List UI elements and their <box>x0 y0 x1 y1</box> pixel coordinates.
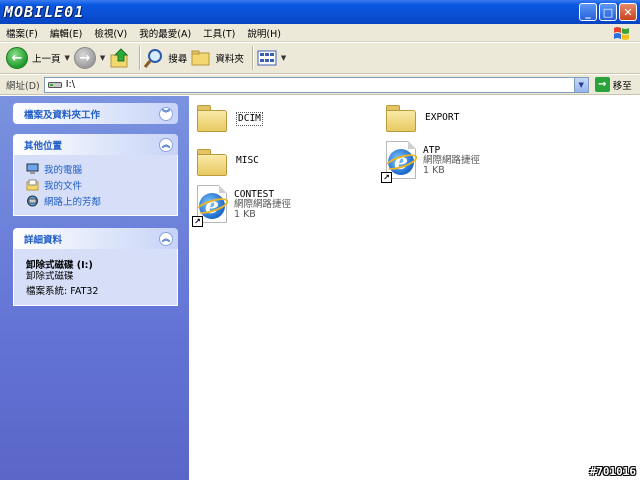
network-places-icon <box>27 195 38 207</box>
search-button[interactable]: 搜尋 <box>144 45 187 71</box>
close-button[interactable]: ✕ <box>619 3 637 21</box>
minimize-button[interactable]: _ <box>579 3 597 21</box>
link-label: 網路上的芳鄰 <box>44 197 102 208</box>
folder-item-dcim[interactable]: DCIM <box>196 102 263 132</box>
link-network-places[interactable]: 網路上的芳鄰 <box>26 193 177 209</box>
folder-icon <box>196 146 228 176</box>
drive-name: 卸除式磁碟 (I:) <box>26 260 93 271</box>
details-body: 卸除式磁碟 (I:) 卸除式磁碟 檔案系統: FAT32 <box>13 249 178 306</box>
tasks-panel-header[interactable]: 檔案及資料夾工作 ︾ <box>13 103 178 124</box>
link-label: 我的文件 <box>44 181 83 192</box>
back-arrow-icon: ← <box>6 47 28 69</box>
details-panel: 詳細資料 ︽ 卸除式磁碟 (I:) 卸除式磁碟 檔案系統: FAT32 <box>13 228 178 306</box>
link-my-computer[interactable]: 我的電腦 <box>26 161 177 177</box>
address-label: 網址(D) <box>6 80 40 92</box>
details-title: 詳細資料 <box>24 234 63 246</box>
views-dropdown-icon[interactable]: ▼ <box>281 54 286 62</box>
collapse-chevron-icon[interactable]: ︽ <box>159 137 173 152</box>
folder-icon <box>196 102 228 132</box>
go-arrow-icon: → <box>594 77 610 92</box>
folder-item-export[interactable]: EXPORT <box>385 102 459 132</box>
menu-favorites[interactable]: 我的最愛(A) <box>139 26 191 40</box>
up-folder-icon <box>110 48 129 68</box>
back-button[interactable]: ← 上一頁 ▼ <box>6 45 70 71</box>
details-header[interactable]: 詳細資料 ︽ <box>13 228 178 249</box>
file-name: MISC <box>236 155 259 166</box>
window-controls: _ □ ✕ <box>579 3 637 21</box>
file-size: 1 KB <box>234 209 256 220</box>
other-places-panel: 其他位置 ︽ 我的電腦 我的文件 網路上的芳鄰 <box>13 134 178 216</box>
search-icon <box>144 49 163 68</box>
link-my-documents[interactable]: 我的文件 <box>26 177 177 193</box>
link-label: 我的電腦 <box>44 165 83 176</box>
search-label: 搜尋 <box>168 54 188 65</box>
other-places-header[interactable]: 其他位置 ︽ <box>13 134 178 155</box>
address-input[interactable]: I:\ ▼ <box>43 76 589 93</box>
other-places-body: 我的電腦 我的文件 網路上的芳鄰 <box>13 155 178 216</box>
folders-icon <box>191 50 210 66</box>
menu-view[interactable]: 檢視(V) <box>94 26 127 40</box>
expand-chevron-icon[interactable]: ︾ <box>159 106 173 121</box>
shortcut-arrow-icon: ↗ <box>381 172 392 183</box>
forward-button[interactable]: → ▼ <box>73 45 105 71</box>
folders-label: 資料夾 <box>215 54 244 65</box>
menu-tools[interactable]: 工具(T) <box>203 26 235 40</box>
tasks-panel-title: 檔案及資料夾工作 <box>24 109 101 121</box>
ie-shortcut-icon: e ↗ <box>192 185 231 227</box>
go-button[interactable]: → 移至 <box>594 77 632 92</box>
watermark: #701016 <box>589 465 636 478</box>
address-value: I:\ <box>65 79 75 90</box>
back-label: 上一頁 <box>32 54 61 65</box>
drive-icon <box>47 81 62 88</box>
drive-type: 卸除式磁碟 <box>26 271 74 282</box>
forward-dropdown-icon[interactable]: ▼ <box>100 54 105 62</box>
back-dropdown-icon[interactable]: ▼ <box>65 54 70 62</box>
shortcut-item-contest[interactable]: e ↗ CONTEST 網際網路捷徑 1 KB <box>192 185 291 227</box>
task-pane: 檔案及資料夾工作 ︾ 其他位置 ︽ 我的電腦 我的文件 網路上的芳鄰 詳細資料 … <box>0 96 189 480</box>
maximize-button[interactable]: □ <box>599 3 617 21</box>
title-bar[interactable]: MOBILE01 _ □ ✕ <box>0 0 640 24</box>
ie-shortcut-icon: e ↗ <box>381 141 420 183</box>
toolbar-separator <box>139 46 141 70</box>
collapse-chevron-icon[interactable]: ︽ <box>159 231 173 246</box>
file-size: 1 KB <box>423 165 445 176</box>
folder-icon <box>385 102 417 132</box>
up-button[interactable] <box>109 45 131 71</box>
views-icon <box>257 50 277 66</box>
folders-button[interactable]: 資料夾 <box>191 45 244 71</box>
address-dropdown-icon[interactable]: ▼ <box>573 77 588 92</box>
menu-help[interactable]: 說明(H) <box>247 26 281 40</box>
menu-edit[interactable]: 編輯(E) <box>50 26 82 40</box>
window-title-logo: MOBILE01 <box>4 3 85 21</box>
shortcut-arrow-icon: ↗ <box>192 216 203 227</box>
shortcut-item-atp[interactable]: e ↗ ATP 網際網路捷徑 1 KB <box>381 141 480 183</box>
other-places-title: 其他位置 <box>24 140 63 152</box>
file-name: DCIM <box>236 112 263 126</box>
folder-item-misc[interactable]: MISC <box>196 146 259 176</box>
address-bar: 網址(D) I:\ ▼ → 移至 <box>0 75 640 95</box>
windows-flag-icon <box>614 27 629 40</box>
my-computer-icon <box>26 163 39 174</box>
tasks-panel: 檔案及資料夾工作 ︾ <box>13 103 178 124</box>
toolbar: ← 上一頁 ▼ → ▼ 搜尋 資料夾 ▼ <box>0 43 640 74</box>
forward-arrow-icon: → <box>73 47 96 69</box>
file-list-view[interactable]: DCIM EXPORT MISC e ↗ ATP 網際網路捷徑 1 KB e ↗… <box>189 96 640 480</box>
file-name: EXPORT <box>425 112 460 123</box>
views-button[interactable]: ▼ <box>257 45 286 71</box>
menu-bar: 檔案(F) 編輯(E) 檢視(V) 我的最愛(A) 工具(T) 說明(H) <box>0 24 640 42</box>
my-documents-icon <box>26 179 39 191</box>
menu-file[interactable]: 檔案(F) <box>6 26 38 40</box>
toolbar-separator <box>251 46 253 70</box>
go-label: 移至 <box>612 80 632 92</box>
file-system: 檔案系統: FAT32 <box>26 286 99 297</box>
